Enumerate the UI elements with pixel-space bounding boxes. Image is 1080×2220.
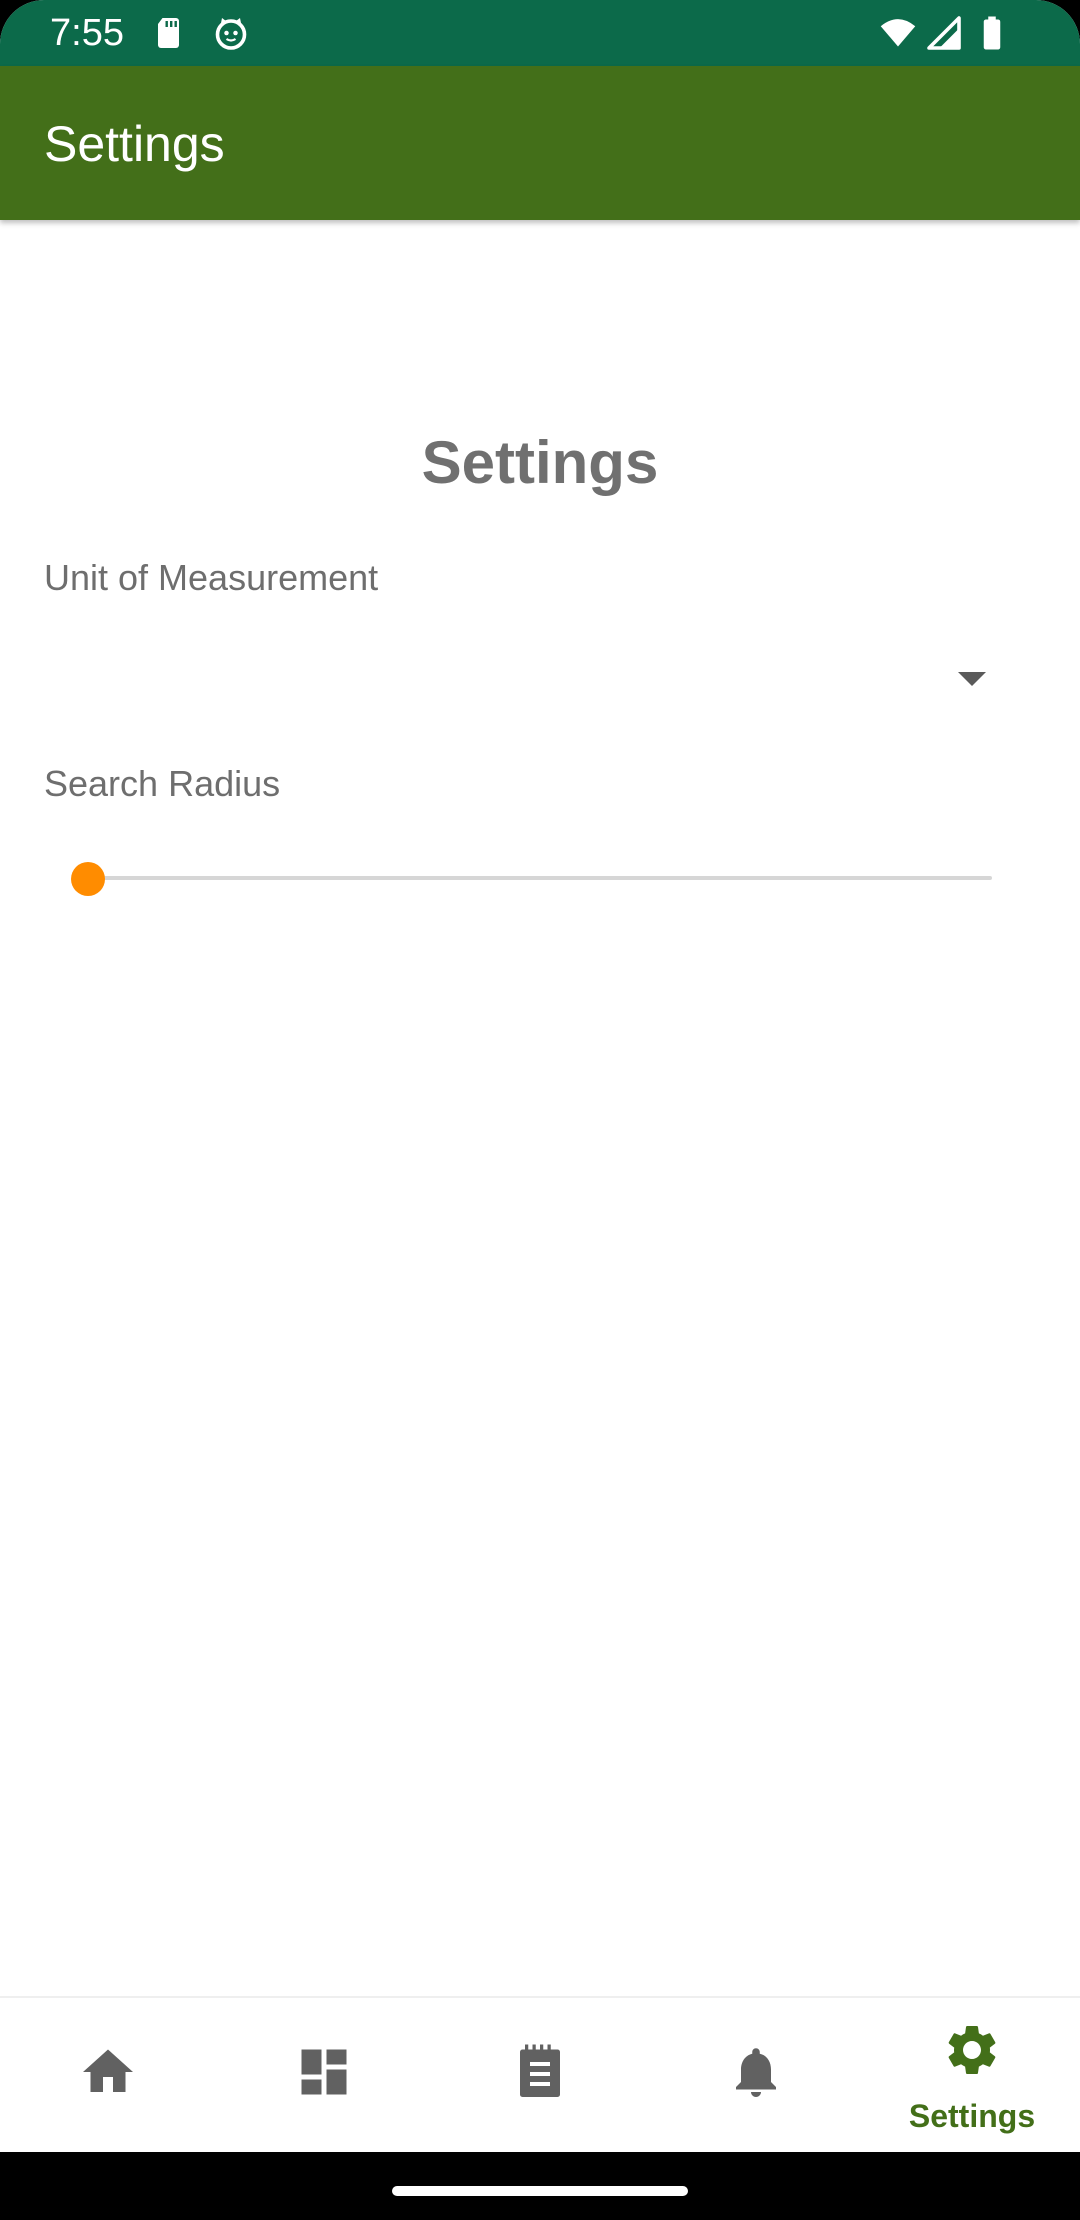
unit-of-measurement-dropdown[interactable] [44,634,1000,726]
nav-item-notepad[interactable] [432,1998,648,2154]
gear-icon [948,2026,996,2074]
nav-item-home[interactable] [0,1998,216,2154]
search-radius-slider[interactable] [60,854,994,904]
unit-of-measurement-label: Unit of Measurement [44,557,379,598]
wifi-icon [880,19,916,47]
slider-track [88,876,992,880]
notepad-icon [520,2044,560,2097]
dashboard-icon [301,2049,347,2095]
battery-icon [983,16,1001,50]
nav-item-settings[interactable]: Settings [864,1998,1080,2154]
status-time: 7:55 [50,12,124,54]
gesture-navigation-bar [0,2152,1080,2220]
slider-thumb[interactable] [71,862,105,896]
status-bar: 7:55 [0,0,1080,66]
app-bar: Settings [0,66,1080,220]
dropdown-arrow-icon [958,672,986,686]
home-gesture-handle[interactable] [392,2186,688,2196]
cat-face-icon [215,18,247,50]
nav-label-settings: Settings [908,2098,1036,2134]
settings-screen: 7:55 Settings Settings Unit of Measureme… [0,0,1080,2220]
app-bar-title: Settings [44,116,225,172]
home-icon [83,2049,133,2092]
nav-item-dashboard[interactable] [216,1998,432,2154]
page-title: Settings [421,429,659,496]
search-radius-label: Search Radius [44,763,281,804]
sd-card-icon [158,18,179,48]
bottom-navigation: Settings [0,1996,1080,2154]
nav-item-notifications[interactable] [648,1998,864,2154]
bell-icon [736,2048,776,2097]
cellular-signal-icon [927,16,961,50]
